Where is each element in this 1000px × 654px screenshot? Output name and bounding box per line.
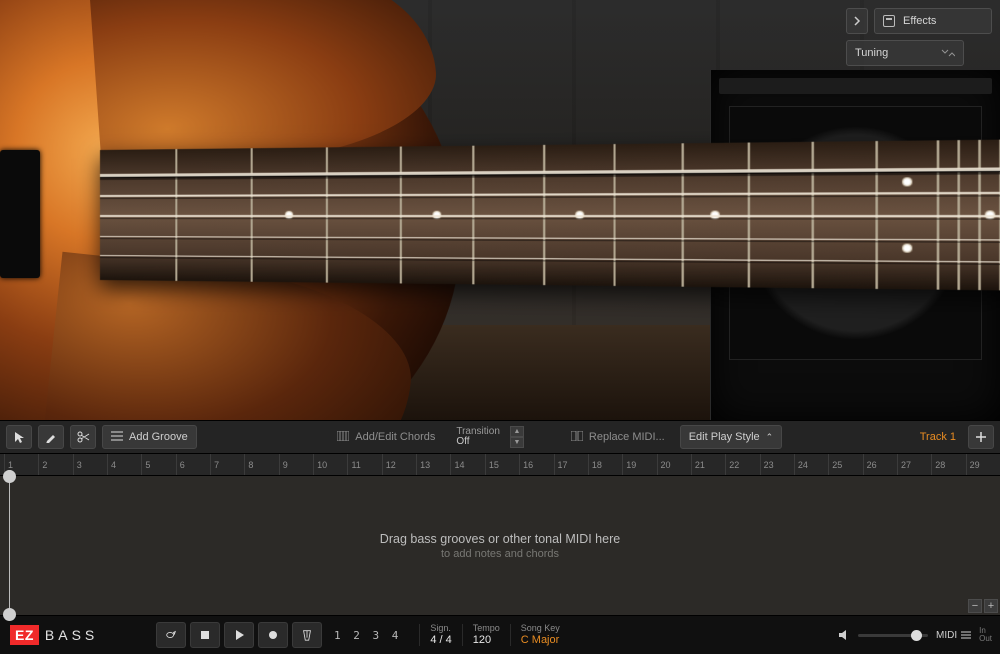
ruler-bar[interactable]: 17 <box>554 454 588 475</box>
transition-readout[interactable]: Transition Off <box>450 427 506 448</box>
time-signature[interactable]: Sign. 4 / 4 <box>419 624 461 646</box>
pointer-tool[interactable] <box>6 425 32 449</box>
instrument-view[interactable]: Effects Tuning <box>0 0 1000 420</box>
ruler-bar[interactable]: 7 <box>210 454 244 475</box>
zoom-controls: − + <box>968 599 998 613</box>
chords-icon <box>337 431 349 443</box>
effects-button[interactable]: Effects <box>874 8 992 34</box>
brand: EZ BASS <box>0 616 150 654</box>
ruler-bar[interactable]: 24 <box>794 454 828 475</box>
brand-bass: BASS <box>45 627 98 643</box>
count-in-display[interactable]: 1 2 3 4 <box>326 629 409 642</box>
volume-control[interactable] <box>838 629 928 641</box>
app-root: Effects Tuning Add Groove <box>0 0 1000 654</box>
play-button[interactable] <box>224 622 254 648</box>
replace-midi-button[interactable]: Replace MIDI... <box>562 425 674 449</box>
add-groove-button[interactable]: Add Groove <box>102 425 197 449</box>
chevron-down-icon <box>941 49 955 57</box>
stop-button[interactable] <box>190 622 220 648</box>
tuning-dropdown[interactable]: Tuning <box>846 40 964 66</box>
effects-icon <box>883 15 895 27</box>
ruler-bar[interactable]: 19 <box>622 454 656 475</box>
expand-up-icon: ⌃ <box>766 432 774 443</box>
replace-midi-label: Replace MIDI... <box>589 431 665 443</box>
record-button[interactable] <box>258 622 288 648</box>
midi-io: In Out <box>979 627 992 643</box>
brand-ez: EZ <box>10 625 39 645</box>
add-edit-chords-label: Add/Edit Chords <box>355 431 435 443</box>
ruler-bar[interactable]: 3 <box>73 454 107 475</box>
ruler-bar[interactable]: 23 <box>760 454 794 475</box>
collapse-panel-button[interactable] <box>846 8 868 34</box>
tempo-value: 120 <box>473 634 500 646</box>
ruler-bar[interactable]: 20 <box>657 454 691 475</box>
ruler-bar[interactable]: 21 <box>691 454 725 475</box>
add-track-button[interactable] <box>968 425 994 449</box>
ruler-bar[interactable]: 11 <box>347 454 381 475</box>
bass-neck[interactable] <box>100 138 1000 293</box>
loop-button[interactable] <box>156 622 186 648</box>
ruler-bar[interactable]: 28 <box>931 454 965 475</box>
midi-out: Out <box>979 635 992 643</box>
drop-hint-line1: Drag bass grooves or other tonal MIDI he… <box>380 532 620 546</box>
drop-hint-line2: to add notes and chords <box>441 548 559 560</box>
ruler-bar[interactable]: 12 <box>382 454 416 475</box>
replace-icon <box>571 431 583 443</box>
speaker-icon <box>838 629 852 641</box>
midi-menu[interactable]: MIDI <box>936 630 971 641</box>
ruler-bar[interactable]: 18 <box>588 454 622 475</box>
transition-stepper[interactable]: ▲ ▼ <box>510 426 524 448</box>
key-label: Song Key <box>521 624 560 634</box>
ruler-bar[interactable]: 8 <box>244 454 278 475</box>
ruler-bar[interactable]: 15 <box>485 454 519 475</box>
volume-thumb[interactable] <box>911 630 922 641</box>
ruler-bar[interactable]: 13 <box>416 454 450 475</box>
track-name[interactable]: Track 1 <box>914 431 962 443</box>
groove-lane[interactable]: Drag bass grooves or other tonal MIDI he… <box>0 476 1000 616</box>
ruler-bar[interactable]: 29 <box>966 454 1000 475</box>
ruler-bar[interactable]: 22 <box>725 454 759 475</box>
strings[interactable] <box>100 138 1000 293</box>
add-edit-chords-button[interactable]: Add/Edit Chords <box>328 425 444 449</box>
ruler-bar[interactable]: 10 <box>313 454 347 475</box>
transition-value: Off <box>456 437 500 448</box>
groove-toolbar: Add Groove Add/Edit Chords Transition Of… <box>0 420 1000 454</box>
ruler-bar[interactable]: 9 <box>279 454 313 475</box>
tuning-label: Tuning <box>855 47 888 59</box>
edit-play-style-button[interactable]: Edit Play Style ⌃ <box>680 425 782 449</box>
edit-play-style-label: Edit Play Style <box>689 431 760 443</box>
list-icon <box>111 431 123 443</box>
sign-value: 4 / 4 <box>430 634 451 646</box>
midi-label: MIDI <box>936 630 957 641</box>
effects-label: Effects <box>903 15 936 27</box>
ruler-bar[interactable]: 4 <box>107 454 141 475</box>
step-up-icon[interactable]: ▲ <box>510 426 524 437</box>
sign-label: Sign. <box>430 624 451 634</box>
ruler-bar[interactable]: 27 <box>897 454 931 475</box>
step-down-icon[interactable]: ▼ <box>510 437 524 448</box>
add-groove-label: Add Groove <box>129 431 188 443</box>
zoom-out-button[interactable]: − <box>968 599 982 613</box>
ruler-bar[interactable]: 26 <box>863 454 897 475</box>
menu-icon <box>961 630 971 640</box>
zoom-in-button[interactable]: + <box>984 599 998 613</box>
ruler-bar[interactable]: 16 <box>519 454 553 475</box>
ruler-bar[interactable]: 6 <box>176 454 210 475</box>
ruler-bar[interactable]: 14 <box>450 454 484 475</box>
bass-pickup <box>0 150 40 278</box>
draw-tool[interactable] <box>38 425 64 449</box>
tempo[interactable]: Tempo 120 <box>462 624 510 646</box>
timeline-ruler[interactable]: 1234567891011121314151617181920212223242… <box>0 454 1000 476</box>
ruler-bar[interactable]: 25 <box>828 454 862 475</box>
ruler-bar[interactable]: 2 <box>38 454 72 475</box>
drop-hint: Drag bass grooves or other tonal MIDI he… <box>0 476 1000 615</box>
transport-bar: EZ BASS 1 2 3 4 Sign. 4 / <box>0 616 1000 654</box>
ruler-bar[interactable]: 5 <box>141 454 175 475</box>
tempo-label: Tempo <box>473 624 500 634</box>
song-key[interactable]: Song Key C Major <box>510 624 570 646</box>
volume-slider[interactable] <box>858 634 928 637</box>
key-value: C Major <box>521 634 560 646</box>
metronome-button[interactable] <box>292 622 322 648</box>
cut-tool[interactable] <box>70 425 96 449</box>
